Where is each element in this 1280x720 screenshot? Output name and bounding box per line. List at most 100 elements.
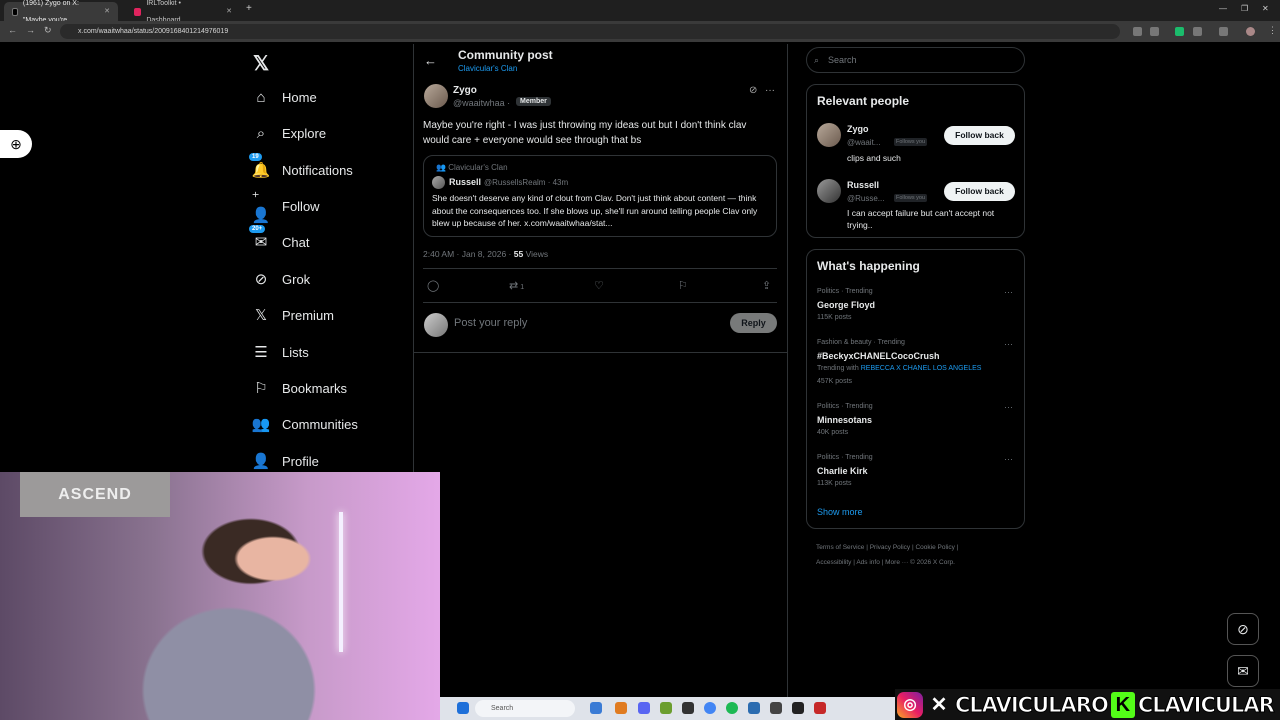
search-placeholder: Search	[828, 55, 857, 65]
person-name[interactable]: Zygo	[847, 124, 869, 134]
post-avatar[interactable]	[424, 84, 448, 108]
reply-input[interactable]: Post your reply	[454, 317, 527, 329]
reply-button[interactable]: Reply	[730, 313, 777, 333]
taskbar-spotify-icon[interactable]	[726, 702, 738, 714]
trend-name[interactable]: #BeckyxCHANELCocoCrush	[817, 351, 940, 361]
trending-with-link[interactable]: REBECCA X CHANEL LOS ANGELES	[861, 365, 982, 372]
taskbar-app-icon[interactable]	[814, 702, 826, 714]
search-input[interactable]: ⌕ Search	[806, 47, 1025, 73]
post-time: 2:40 AM · Jan 8, 2026 ·	[423, 249, 514, 259]
community-link[interactable]: Clavicular's Clan	[458, 64, 517, 73]
follows-you-badge: Follows you	[894, 194, 928, 202]
nav-item-chat[interactable]: ✉ 20+ Chat	[249, 225, 310, 251]
profile-avatar-icon[interactable]	[1246, 27, 1255, 36]
communities-icon: 👥	[251, 416, 271, 433]
follow-back-button[interactable]: Follow back	[944, 182, 1015, 201]
trend-count: 115K posts	[817, 314, 852, 321]
url-text: x.com/waaitwhaa/status/20091684012149760…	[78, 28, 229, 35]
grok-fab-icon[interactable]: ⊘	[1227, 613, 1259, 645]
divider	[423, 268, 777, 269]
nav-item-profile[interactable]: 👤 Profile	[252, 452, 319, 470]
nav-label: Premium	[282, 307, 335, 323]
quote-community-name: Clavicular's Clan	[448, 163, 508, 172]
person-avatar[interactable]	[817, 123, 841, 147]
x-icon: ✕	[930, 693, 948, 716]
trend-more-icon[interactable]: ···	[1004, 287, 1013, 297]
taskbar-search[interactable]: Search	[475, 700, 575, 717]
member-badge: Member	[516, 97, 551, 106]
taskbar-discord-icon[interactable]	[638, 702, 650, 714]
taskbar-app-icon[interactable]	[615, 702, 627, 714]
follow-back-button[interactable]: Follow back	[944, 126, 1015, 145]
footer-links-row-1[interactable]: Terms of Service | Privacy Policy | Cook…	[816, 544, 958, 551]
trend-name[interactable]: Minnesotans	[817, 415, 872, 425]
extensions-puzzle-icon[interactable]	[1193, 27, 1202, 36]
more-options-icon[interactable]: ···	[765, 85, 775, 96]
nav-item-communities[interactable]: 👥 Communities	[252, 415, 358, 433]
reply-icon[interactable]: ◯	[427, 279, 439, 292]
x-logo-icon[interactable]: 𝕏	[253, 51, 269, 76]
nav-item-grok[interactable]: ⊘ Grok	[252, 270, 310, 288]
views-label: Views	[523, 249, 549, 259]
nav-item-explore[interactable]: ⌕ Explore	[252, 124, 326, 142]
close-window-icon[interactable]: ✕	[1262, 4, 1269, 13]
nav-item-home[interactable]: ⌂ Home	[252, 88, 316, 106]
post-author-handle[interactable]: @waaitwhaa ·	[453, 98, 510, 108]
trend-more-icon[interactable]: ···	[1004, 339, 1013, 349]
new-tab-icon[interactable]: +	[246, 3, 252, 14]
person-avatar[interactable]	[817, 179, 841, 203]
nav-label: Chat	[282, 234, 310, 250]
tab-x-post[interactable]: (1961) Zygo on X: "Maybe you're ✕	[4, 0, 118, 24]
nav-item-follow[interactable]: ⁺👤 Follow	[252, 189, 320, 224]
nav-item-notifications[interactable]: 🔔 19 Notifications	[249, 153, 353, 179]
close-tab-icon[interactable]: ✕	[226, 3, 232, 20]
footer-links-row-2[interactable]: Accessibility | Ads info | More ··· © 20…	[816, 559, 955, 566]
back-arrow-icon[interactable]: ←	[424, 53, 437, 68]
reload-icon[interactable]: ↻	[44, 25, 52, 36]
taskbar-app-icon[interactable]	[748, 702, 760, 714]
nav-item-lists[interactable]: ☰ Lists	[252, 343, 308, 361]
retweet-icon[interactable]: ⇄ 1	[509, 279, 524, 292]
taskbar-chrome-icon[interactable]	[704, 702, 716, 714]
person-name[interactable]: Russell	[847, 180, 879, 190]
like-icon[interactable]: ♡	[594, 279, 604, 292]
trend-more-icon[interactable]: ···	[1004, 454, 1013, 464]
url-field[interactable]: x.com/waaitwhaa/status/20091684012149760…	[60, 24, 1120, 39]
taskbar-app-icon[interactable]	[660, 702, 672, 714]
messages-fab-icon[interactable]: ✉	[1227, 655, 1259, 687]
grok-explain-icon[interactable]: ⊘	[749, 85, 757, 96]
show-more-link[interactable]: Show more	[817, 507, 863, 517]
menu-dots-icon[interactable]: ⋮	[1268, 25, 1277, 36]
trend-name[interactable]: Charlie Kirk	[817, 466, 868, 476]
back-nav-icon[interactable]: ←	[8, 25, 17, 35]
taskbar-app-icon[interactable]	[770, 702, 782, 714]
page-title: Community post	[458, 48, 553, 62]
bookmark-star-icon[interactable]	[1150, 27, 1159, 36]
trend-name[interactable]: George Floyd	[817, 300, 875, 310]
taskbar-obs-icon[interactable]	[792, 702, 804, 714]
person-bio: I can accept failure but can't accept no…	[847, 208, 995, 230]
tab-irltoolkit[interactable]: IRLToolkit • Dashboard ✕	[126, 0, 240, 24]
nav-item-premium[interactable]: 𝕏 Premium	[252, 306, 334, 324]
trend-more-icon[interactable]: ···	[1004, 402, 1013, 412]
person-handle: @waait...	[847, 138, 881, 147]
search-icon: ⌕	[814, 55, 820, 65]
nav-item-bookmarks[interactable]: ⚐ Bookmarks	[252, 379, 347, 397]
quoted-post[interactable]: 👥 Clavicular's Clan Russell @RussellsRea…	[423, 155, 777, 237]
post-author-name[interactable]: Zygo	[453, 85, 477, 96]
taskbar-app-icon[interactable]	[682, 702, 694, 714]
share-icon[interactable]: ⇪	[762, 279, 771, 292]
kick-icon: K	[1110, 691, 1135, 718]
extension-green-icon[interactable]	[1175, 27, 1184, 36]
windows-start-icon[interactable]	[457, 702, 469, 714]
minimize-icon[interactable]: —	[1219, 4, 1227, 13]
close-tab-icon[interactable]: ✕	[104, 3, 110, 20]
maximize-icon[interactable]: ❐	[1241, 4, 1248, 13]
sidepanel-icon[interactable]	[1219, 27, 1228, 36]
taskbar-app-icon[interactable]	[590, 702, 602, 714]
bookmark-icon[interactable]: ⚐	[678, 279, 688, 292]
zoom-magnifier-icon[interactable]: ⊕	[0, 130, 32, 158]
extension-icon[interactable]	[1133, 27, 1142, 36]
forward-nav-icon[interactable]: →	[26, 25, 35, 35]
follows-you-badge: Follows you	[894, 138, 928, 146]
